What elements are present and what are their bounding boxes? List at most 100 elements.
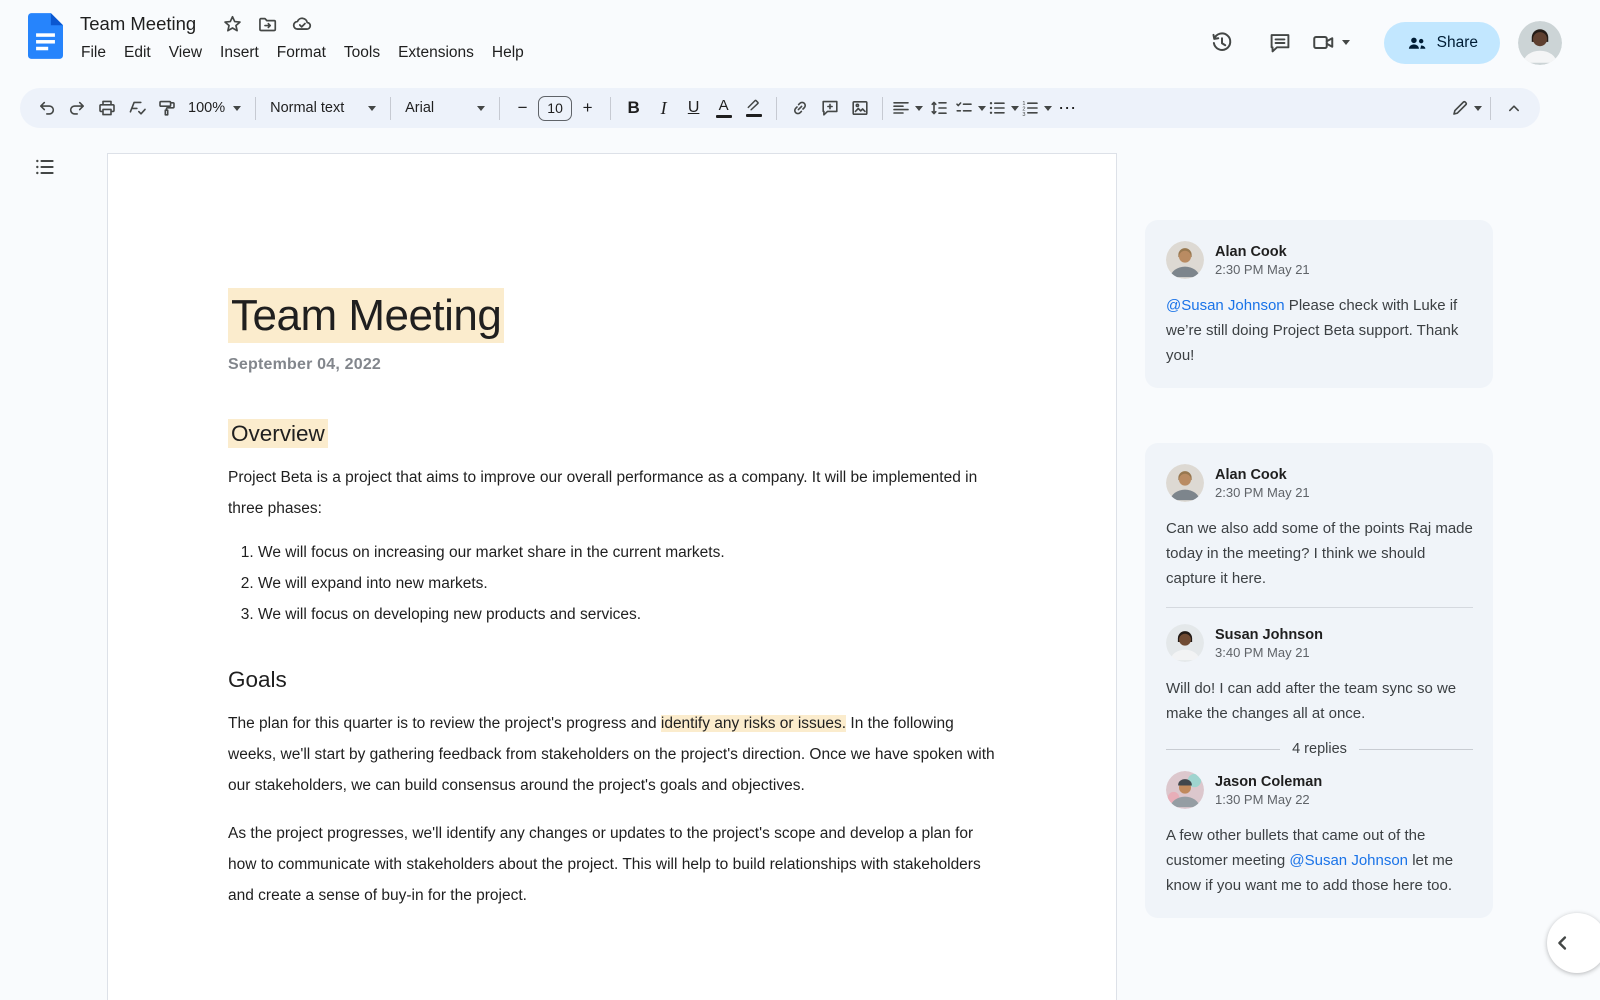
document-title-area: Team Meeting File Edit View Insert Forma…	[80, 10, 533, 65]
overview-numbered-list: We will focus on increasing our market s…	[228, 537, 996, 630]
comment-time: 2:30 PM May 21	[1215, 484, 1310, 500]
menu-view[interactable]: View	[160, 41, 211, 65]
document-status-button[interactable]	[288, 10, 316, 38]
insert-link-button[interactable]	[785, 93, 814, 123]
undo-icon	[39, 101, 54, 115]
align-button[interactable]	[891, 93, 924, 123]
comment-card[interactable]: Alan Cook 2:30 PM May 21 Can we also add…	[1145, 443, 1493, 918]
comment-text: @Susan Johnson Please check with Luke if…	[1166, 297, 1459, 364]
menu-format[interactable]: Format	[268, 41, 335, 65]
mention-link[interactable]: @Susan Johnson	[1289, 852, 1408, 869]
goals-heading[interactable]: Goals	[228, 667, 996, 693]
replies-count-label: 4 replies	[1292, 741, 1347, 757]
chevron-down-icon	[915, 105, 924, 111]
doc-date-text[interactable]: September 04, 2022	[228, 356, 996, 374]
account-avatar[interactable]	[1518, 20, 1562, 65]
insert-image-button[interactable]	[845, 93, 874, 123]
doc-title-text[interactable]: Team Meeting	[228, 288, 996, 343]
goals-paragraph-1[interactable]: The plan for this quarter is to review t…	[228, 708, 996, 801]
chevron-down-icon	[477, 105, 486, 111]
paragraph-style-select[interactable]: Normal text	[264, 93, 382, 123]
highlight-color-button[interactable]	[739, 93, 768, 123]
checklist-button[interactable]	[954, 93, 987, 123]
menu-tools[interactable]: Tools	[335, 41, 389, 65]
underline-button[interactable]: U	[679, 93, 708, 123]
menu-help[interactable]: Help	[483, 41, 533, 65]
google-docs-icon[interactable]	[28, 13, 63, 59]
comment-author: Jason Coleman	[1215, 773, 1323, 790]
highlight-color-bar	[745, 113, 762, 117]
redo-button[interactable]	[62, 93, 91, 123]
bulleted-list-button[interactable]	[987, 93, 1020, 123]
join-call-button[interactable]	[1311, 30, 1350, 55]
numbered-list-button[interactable]: 123	[1020, 93, 1053, 123]
menu-insert[interactable]: Insert	[211, 41, 268, 65]
version-history-button[interactable]	[1199, 20, 1245, 66]
text-color-button[interactable]: A	[709, 93, 738, 123]
share-people-icon	[1408, 37, 1425, 49]
editing-mode-button[interactable]	[1450, 93, 1482, 123]
font-size-input[interactable]: 10	[538, 95, 573, 121]
overview-heading[interactable]: Overview	[228, 418, 996, 448]
history-clock-icon	[1212, 32, 1232, 51]
star-button[interactable]	[218, 10, 246, 38]
avatar	[1166, 771, 1204, 809]
print-icon	[98, 100, 115, 116]
pen-icon	[1453, 100, 1468, 115]
divider-line	[1166, 748, 1281, 750]
print-button[interactable]	[92, 93, 121, 123]
toolbar-divider	[610, 96, 612, 120]
formatting-toolbar: 100% Normal text Arial − 10 + B I U A 1 …	[20, 88, 1540, 128]
svg-text:3: 3	[1022, 112, 1025, 118]
highlighter-icon	[747, 99, 759, 111]
share-button[interactable]: Share	[1383, 21, 1500, 64]
menu-file[interactable]: File	[72, 41, 115, 65]
hide-side-panel-button[interactable]	[1547, 913, 1600, 973]
toolbar-divider	[1490, 96, 1491, 120]
spellcheck-icon	[129, 101, 146, 115]
overview-paragraph[interactable]: Project Beta is a project that aims to i…	[228, 462, 996, 524]
list-item[interactable]: We will focus on developing new products…	[258, 599, 996, 630]
google-docs-app: Team Meeting File Edit View Insert Forma…	[0, 0, 1600, 1000]
chevron-left-icon	[1558, 936, 1567, 950]
collapse-toolbar-button[interactable]	[1499, 93, 1528, 123]
comment-text: A few other bullets that came out of the…	[1166, 827, 1454, 894]
paint-roller-icon	[158, 100, 175, 116]
undo-button[interactable]	[32, 93, 61, 123]
font-select[interactable]: Arial	[399, 93, 491, 123]
open-comments-button[interactable]	[1257, 20, 1303, 66]
chevron-down-icon	[978, 105, 987, 111]
goals-paragraph-2[interactable]: As the project progresses, we'll identif…	[228, 818, 996, 911]
videocam-icon	[1312, 35, 1333, 50]
menu-edit[interactable]: Edit	[115, 41, 160, 65]
decrease-font-size-button[interactable]: −	[508, 93, 537, 123]
document-title[interactable]: Team Meeting	[76, 11, 200, 37]
spell-check-button[interactable]	[122, 93, 151, 123]
mention-link[interactable]: @Susan Johnson	[1166, 297, 1285, 314]
chevron-down-icon	[1341, 40, 1350, 45]
comment-card[interactable]: Alan Cook 2:30 PM May 21 @Susan Johnson …	[1145, 220, 1493, 388]
highlighted-text: identify any risks or issues.	[660, 714, 847, 732]
comment-add-icon	[821, 100, 838, 116]
line-spacing-button[interactable]	[924, 93, 953, 123]
bold-button[interactable]: B	[619, 93, 648, 123]
star-icon	[223, 15, 241, 32]
italic-button[interactable]: I	[649, 93, 678, 123]
expand-replies[interactable]: 4 replies	[1166, 741, 1473, 757]
paint-format-button[interactable]	[152, 93, 181, 123]
divider-line	[1358, 748, 1473, 750]
document-page[interactable]: Team Meeting September 04, 2022 Overview…	[107, 153, 1117, 1000]
more-options-button[interactable]: ⋯	[1053, 93, 1082, 123]
increase-font-size-button[interactable]: +	[573, 93, 602, 123]
list-item[interactable]: We will expand into new markets.	[258, 568, 996, 599]
menu-extensions[interactable]: Extensions	[389, 41, 483, 65]
comment-time: 2:30 PM May 21	[1215, 261, 1310, 277]
comment-author: Susan Johnson	[1215, 626, 1323, 643]
zoom-select[interactable]: 100%	[182, 93, 247, 123]
add-comment-button[interactable]	[815, 93, 844, 123]
list-item[interactable]: We will focus on increasing our market s…	[258, 537, 996, 568]
move-to-folder-button[interactable]	[253, 10, 281, 38]
top-bar-actions: Share	[1199, 0, 1600, 85]
toolbar-divider	[776, 96, 778, 120]
show-outline-button[interactable]	[28, 150, 62, 184]
